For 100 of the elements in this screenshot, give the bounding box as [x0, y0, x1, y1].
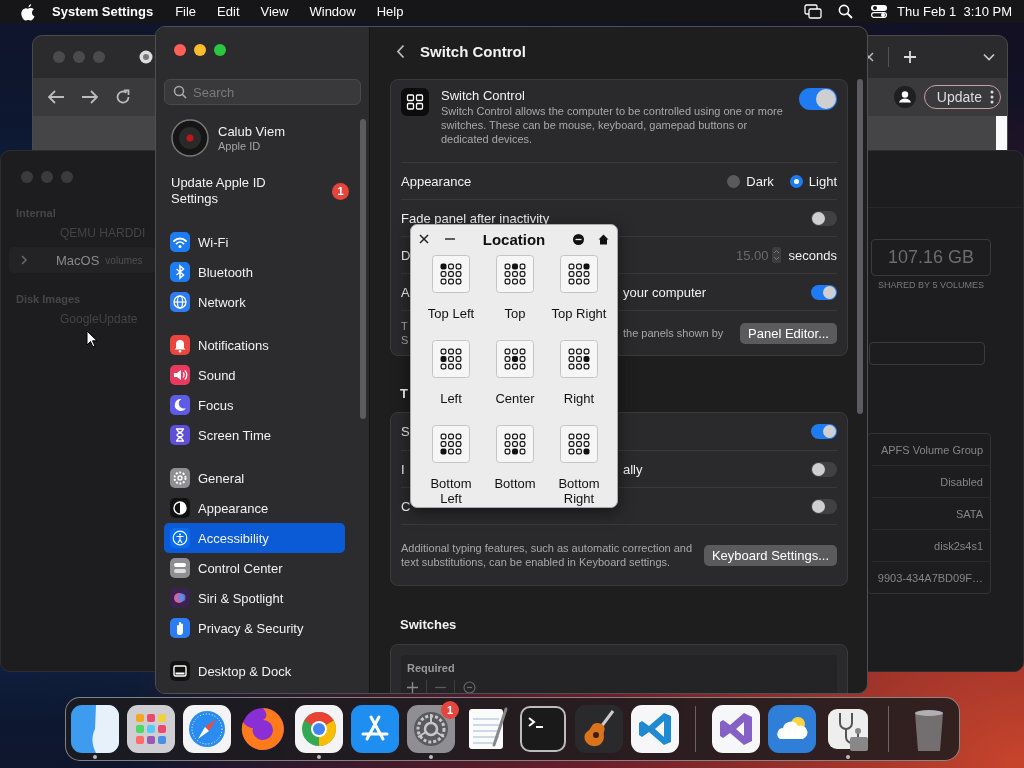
radio-button[interactable]: [789, 174, 803, 188]
setting-label: S: [401, 424, 410, 439]
toggle-switch[interactable]: [811, 210, 837, 226]
terminal-icon[interactable]: [519, 705, 567, 753]
app-menu[interactable]: System Settings: [52, 4, 154, 19]
profile-icon[interactable]: [893, 86, 916, 108]
gear-icon[interactable]: [407, 705, 455, 753]
toggle-switch[interactable]: [811, 424, 837, 439]
location-label: Top Left: [426, 306, 476, 321]
add-icon[interactable]: [407, 681, 418, 693]
setting-label: Appearance: [401, 173, 472, 189]
avatar[interactable]: [171, 119, 209, 157]
setting-label: Fade panel after inactivity: [401, 210, 550, 226]
dot-grid-button[interactable]: [432, 255, 470, 293]
dot-grid-button[interactable]: [560, 340, 598, 378]
setting-label: your computer: [623, 284, 707, 300]
sidebar-item[interactable]: General: [164, 463, 345, 493]
setting-label: A: [401, 284, 410, 300]
setting-label: D: [401, 247, 411, 263]
sidebar-item[interactable]: Focus: [164, 390, 345, 420]
sidebar-item[interactable]: Wi-Fi: [164, 227, 345, 257]
dot-grid-button[interactable]: [496, 255, 534, 293]
description-text: S: [401, 333, 410, 347]
account-subtitle: Apple ID: [218, 140, 262, 152]
ribbon-icon[interactable]: [631, 705, 679, 753]
cloud-sun-icon[interactable]: [768, 705, 816, 753]
toggle-switch[interactable]: [811, 461, 837, 477]
minimize-button[interactable]: [194, 44, 206, 56]
radio-button[interactable]: [727, 174, 741, 188]
dot-grid-button[interactable]: [496, 425, 534, 463]
menu-item[interactable]: View: [260, 4, 289, 19]
settings-button[interactable]: Panel Editor...: [740, 322, 837, 344]
sidebar-item[interactable]: Accessibility: [164, 523, 345, 553]
menu-item[interactable]: Help: [376, 4, 404, 19]
minus-circle-icon[interactable]: [573, 233, 584, 245]
screens-icon[interactable]: [804, 4, 823, 19]
ring-icon[interactable]: [139, 50, 153, 64]
dot-grid-button[interactable]: [560, 425, 598, 463]
menu-item[interactable]: Window: [309, 4, 356, 19]
two-tone-square-icon[interactable]: [71, 705, 119, 753]
home-icon[interactable]: [598, 233, 609, 245]
toggle-switch[interactable]: [799, 88, 837, 110]
forward-arrow-icon[interactable]: [81, 89, 99, 105]
compass-icon[interactable]: [183, 705, 231, 753]
sidebar-item[interactable]: Control Center: [164, 553, 345, 583]
sidebar-item[interactable]: Bluetooth: [164, 257, 345, 287]
reload-icon[interactable]: [115, 89, 131, 105]
menu-item[interactable]: File: [175, 4, 197, 19]
sidebar-item[interactable]: Notifications: [164, 330, 345, 360]
toggles-icon[interactable]: [870, 4, 889, 19]
sidebar-item[interactable]: Desktop & Dock: [164, 656, 345, 686]
search-bar[interactable]: Search: [164, 79, 361, 105]
location-label: Bottom Left: [429, 476, 473, 506]
ribbon-icon[interactable]: [712, 705, 760, 753]
apple-icon[interactable]: [19, 2, 35, 21]
sidebar-item[interactable]: Appearance: [164, 493, 345, 523]
sidebar-item[interactable]: Sound: [164, 360, 345, 390]
location-label: Center: [494, 391, 536, 406]
flame-globe-icon[interactable]: [239, 705, 287, 753]
dot-grid-button[interactable]: [432, 425, 470, 463]
feature-title: Switch Control: [441, 88, 526, 103]
notification-badge: 1: [332, 182, 349, 200]
dot-grid-button[interactable]: [560, 255, 598, 293]
toggle-switch[interactable]: [811, 284, 837, 300]
notice-label[interactable]: Update Apple ID Settings: [171, 175, 301, 207]
dot-grid-button[interactable]: [496, 340, 534, 378]
settings-button[interactable]: Keyboard Settings...: [703, 544, 837, 566]
info-value: SATA: [872, 498, 990, 530]
search-field[interactable]: Search: [193, 84, 352, 100]
a-strokes-icon[interactable]: [351, 705, 399, 753]
app-grid-icon[interactable]: [127, 705, 175, 753]
section-title: T: [400, 385, 408, 402]
more-icon[interactable]: [990, 90, 994, 104]
chevron-icon[interactable]: [20, 255, 28, 265]
toggle-switch[interactable]: [811, 498, 837, 514]
clock[interactable]: Thu Feb 1 3:10 PM: [897, 4, 1012, 19]
cursor-icon: [86, 330, 98, 348]
scrollbar[interactable]: [857, 79, 863, 414]
back-arrow-icon[interactable]: [47, 89, 65, 105]
menu-item[interactable]: Edit: [217, 4, 240, 19]
sidebar-item[interactable]: Siri & Spotlight: [164, 583, 345, 613]
zoom-button[interactable]: [214, 44, 226, 56]
sidebar-item[interactable]: Screen Time: [164, 420, 345, 450]
sidebar-item[interactable]: Privacy & Security: [164, 613, 345, 643]
close-button[interactable]: [174, 44, 186, 56]
stepper-icon[interactable]: [771, 247, 781, 263]
location-label: Left: [439, 391, 463, 406]
guitar-icon[interactable]: [575, 705, 623, 753]
search-icon[interactable]: [838, 4, 854, 19]
account-name[interactable]: Calub Viem: [218, 124, 285, 139]
column-header: Required: [406, 661, 456, 674]
info-value: 9903-434A7BD09F…: [876, 570, 984, 586]
sidebar-item[interactable]: Network: [164, 287, 345, 317]
chevron-down-icon[interactable]: [983, 53, 995, 61]
dot-grid-button[interactable]: [432, 340, 470, 378]
scrollbar[interactable]: [360, 119, 366, 419]
close-icon[interactable]: [419, 234, 429, 244]
radio-label: Dark: [746, 173, 774, 189]
plus-icon[interactable]: [903, 50, 917, 64]
back-icon[interactable]: [396, 43, 405, 59]
